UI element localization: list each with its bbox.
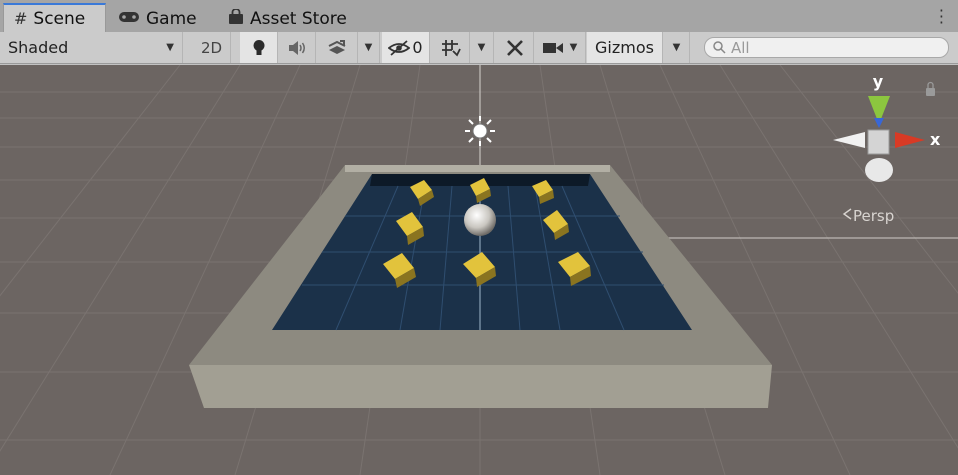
scene-search-field[interactable]: All <box>704 37 949 58</box>
lightbulb-icon <box>253 39 264 55</box>
chevron-down-icon: ▼ <box>364 42 373 53</box>
hidden-eye-icon <box>388 39 411 56</box>
more-options-icon[interactable]: · · · <box>939 3 944 31</box>
scene-viewport[interactable]: y x Persp <box>0 64 958 475</box>
camera-settings-button[interactable]: ▼ <box>534 32 586 63</box>
projection-label[interactable]: Persp <box>853 207 894 225</box>
hash-grid-icon: # <box>14 9 28 28</box>
tools-button[interactable] <box>496 32 534 63</box>
grid-snap-icon <box>441 39 461 57</box>
search-icon <box>713 41 726 54</box>
lighting-toggle-button[interactable] <box>240 32 278 63</box>
effects-toggle-button[interactable] <box>316 32 358 63</box>
draw-mode-dropdown[interactable]: Shaded ▼ <box>0 32 183 63</box>
chevron-down-icon: ▼ <box>569 42 578 53</box>
gizmos-label: Gizmos <box>595 38 654 57</box>
hidden-count: 0 <box>412 38 423 57</box>
gizmos-dropdown-caret[interactable]: ▼ <box>664 32 690 63</box>
tab-scene-label: Scene <box>33 8 86 29</box>
chevron-down-icon: ▼ <box>477 42 486 53</box>
audio-toggle-button[interactable] <box>278 32 316 63</box>
shopping-bag-icon <box>228 7 244 29</box>
gizmo-y-label: y <box>873 72 884 91</box>
lock-icon[interactable] <box>926 88 935 96</box>
speaker-icon <box>288 40 305 55</box>
effects-dropdown-caret[interactable]: ▼ <box>358 32 380 63</box>
gizmo-center-cube[interactable] <box>867 129 890 155</box>
tab-asset-store[interactable]: Asset Store <box>228 5 347 32</box>
chevron-down-icon: ▼ <box>672 42 681 53</box>
draw-mode-value: Shaded <box>8 38 69 57</box>
grid-dropdown-caret[interactable]: ▼ <box>470 32 494 63</box>
tab-game-label: Game <box>146 8 197 29</box>
directional-light-icon[interactable] <box>465 116 495 146</box>
player-sphere[interactable] <box>464 204 496 236</box>
gamepad-icon <box>118 9 140 28</box>
scene-window: # Scene Game Asset Store · · · Shaded ▼ 2D <box>0 0 958 475</box>
gizmos-button[interactable]: Gizmos <box>587 32 663 63</box>
tab-game[interactable]: Game <box>118 5 197 32</box>
grid-snapping-button[interactable] <box>432 32 470 63</box>
tab-bar: # Scene Game Asset Store · · · <box>0 0 958 33</box>
axis-neg-y-cone[interactable] <box>865 158 893 182</box>
wrench-icon <box>506 39 523 56</box>
camera-icon <box>542 42 563 53</box>
gizmo-x-label: x <box>930 130 941 149</box>
chevron-down-icon: ▼ <box>166 42 174 53</box>
tab-scene[interactable]: # Scene <box>3 3 106 32</box>
tab-asset-store-label: Asset Store <box>250 8 347 29</box>
2d-toggle-button[interactable]: 2D <box>193 32 231 63</box>
scene-visibility-toggle[interactable]: 0 <box>382 32 430 63</box>
search-placeholder: All <box>731 38 750 57</box>
layers-icon <box>328 39 345 54</box>
